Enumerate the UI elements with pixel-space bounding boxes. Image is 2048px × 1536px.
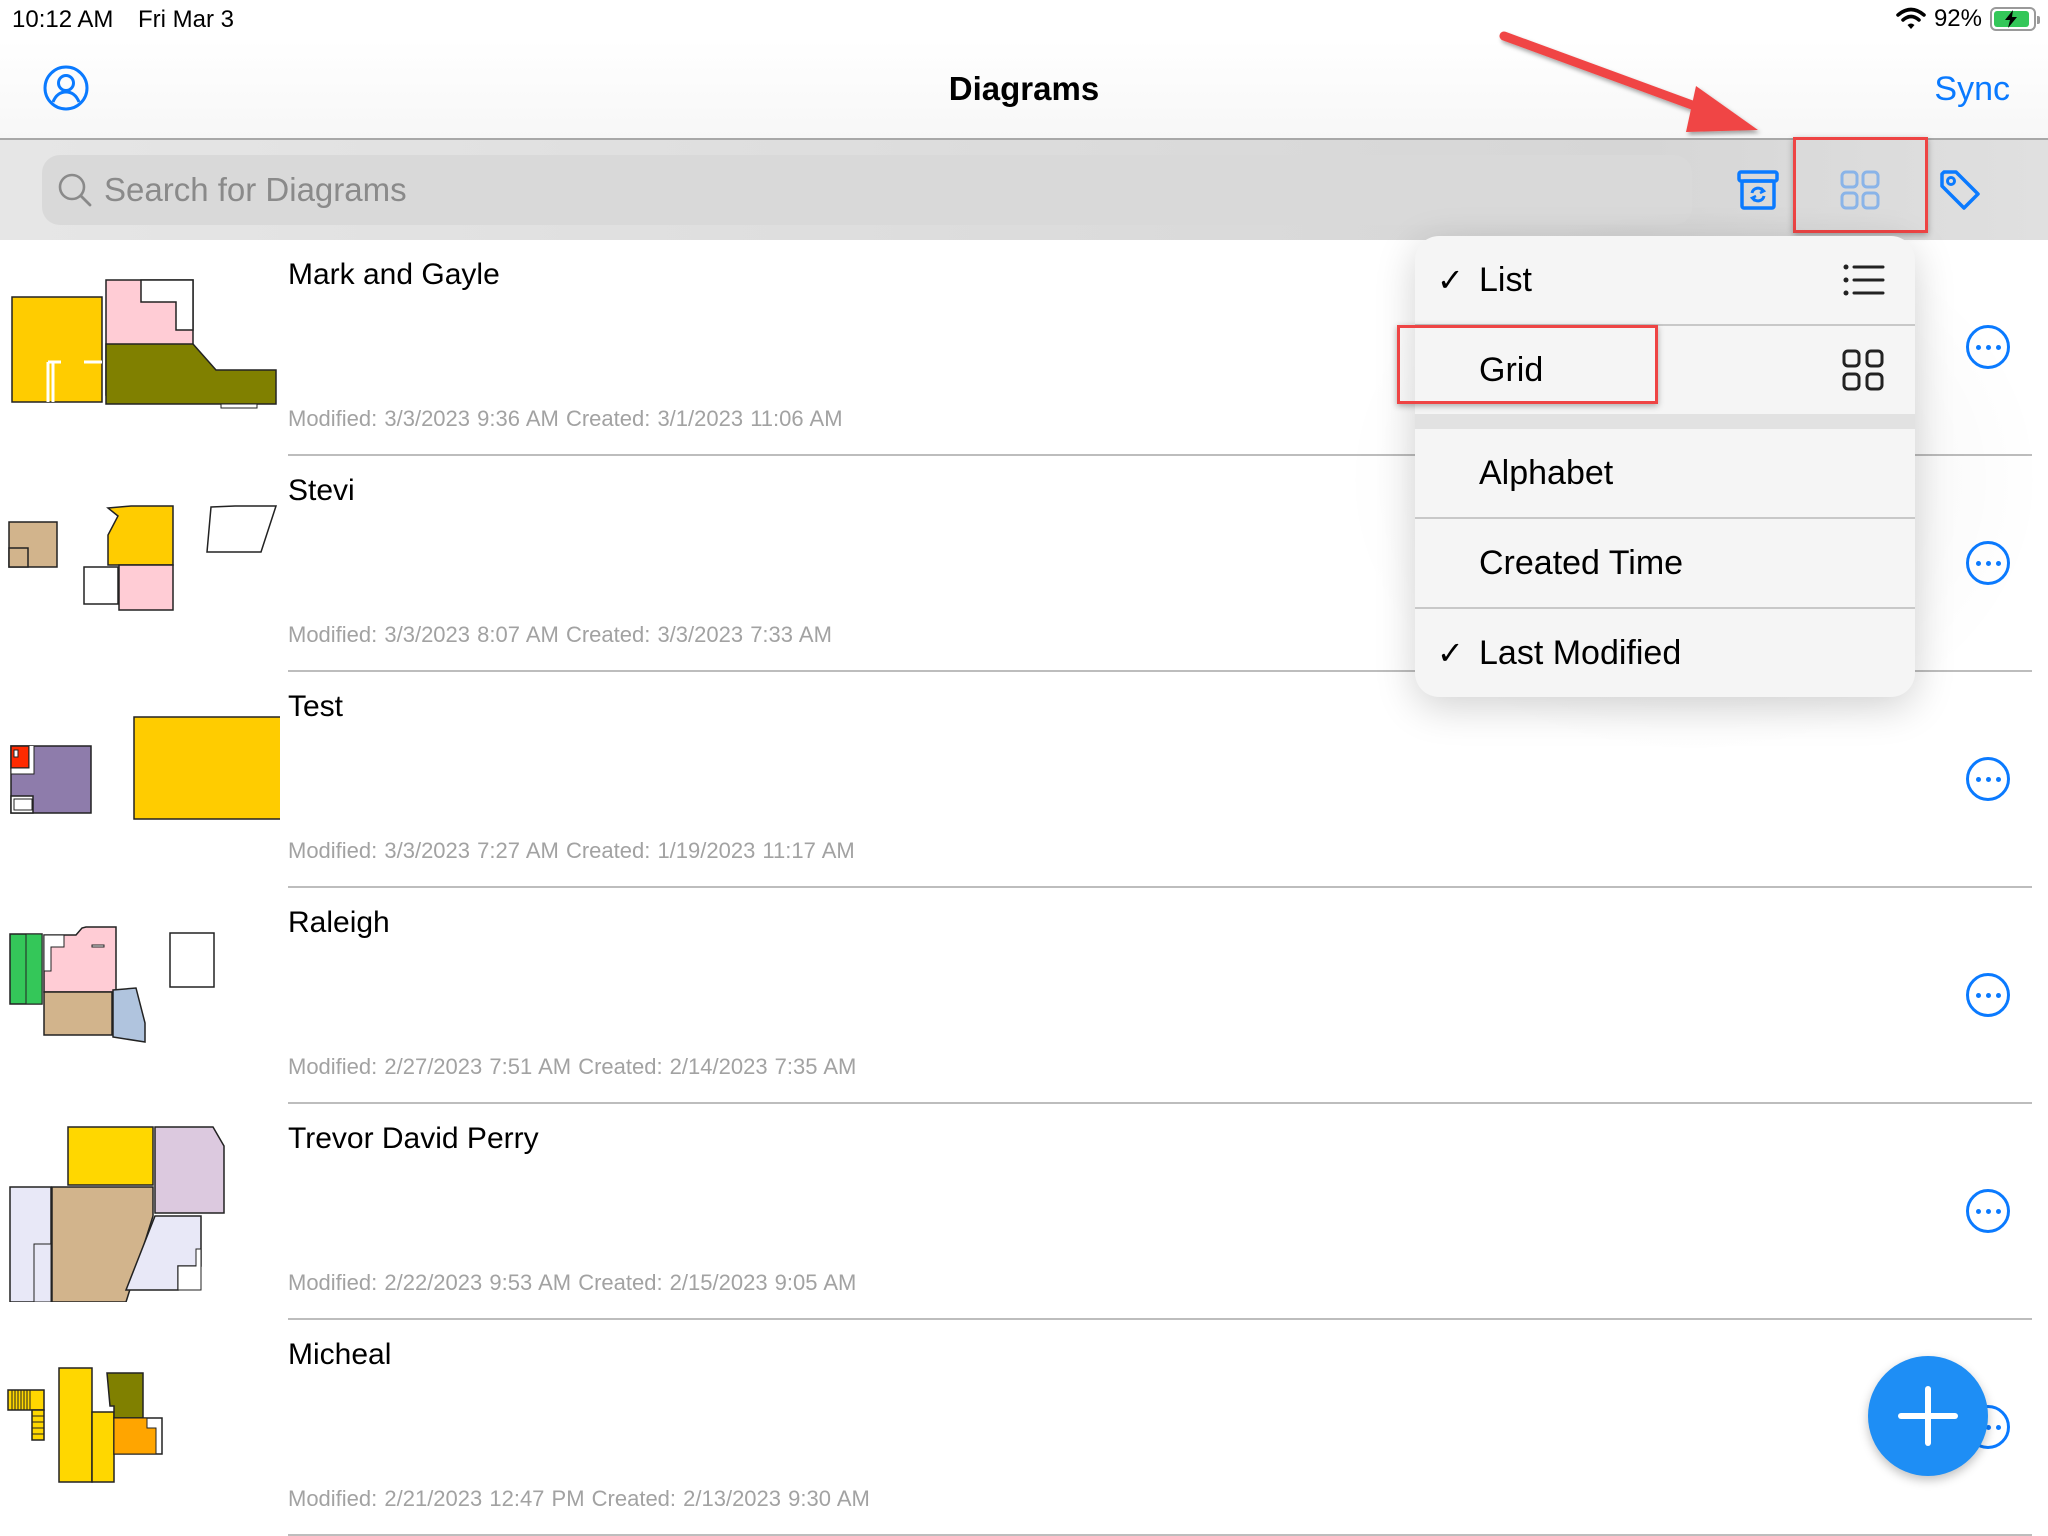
sync-button[interactable]: Sync — [1934, 70, 2010, 109]
diagram-dates: Modified: 3/3/2023 9:36 AM Created: 3/1/… — [288, 406, 843, 431]
view-mode-button[interactable] — [1836, 166, 1884, 214]
diagram-dates: Modified: 3/3/2023 7:27 AM Created: 1/19… — [288, 838, 855, 863]
diagram-dates: Modified: 2/21/2023 12:47 PM Created: 2/… — [288, 1486, 870, 1511]
diagram-thumbnail — [10, 716, 280, 820]
menu-item-created-time[interactable]: Created Time — [1415, 519, 1915, 607]
menu-item-grid[interactable]: Grid — [1415, 326, 1915, 414]
diagram-dates: Modified: 2/27/2023 7:51 AM Created: 2/1… — [288, 1054, 857, 1079]
tag-icon — [1940, 170, 1980, 210]
menu-item-label: Created Time — [1479, 543, 1684, 582]
nav-bar: Diagrams Sync — [0, 40, 2048, 140]
diagram-thumbnail — [9, 926, 215, 1043]
menu-item-last-modified[interactable]: ✓ Last Modified — [1415, 609, 1915, 697]
status-indicators: 92% — [1896, 5, 2040, 33]
search-input[interactable] — [104, 171, 1604, 209]
list-item[interactable]: Micheal Modified: 2/21/2023 12:47 PM Cre… — [0, 1320, 2048, 1536]
diagram-thumbnail — [11, 279, 277, 409]
menu-item-label: List — [1479, 260, 1532, 299]
checkmark-icon: ✓ — [1437, 635, 1464, 671]
status-time: 10:12 AM — [12, 6, 114, 33]
diagram-dates: Modified: 3/3/2023 8:07 AM Created: 3/3/… — [288, 622, 832, 647]
wifi-icon — [1896, 7, 1926, 29]
menu-item-label: Alphabet — [1479, 453, 1614, 492]
diagram-name: Test — [288, 690, 344, 723]
more-options-button[interactable] — [1966, 973, 2010, 1017]
diagram-name: Trevor David Perry — [288, 1122, 539, 1155]
more-options-button[interactable] — [1966, 1189, 2010, 1233]
grid-icon — [1842, 349, 1884, 391]
diagram-thumbnail — [9, 1126, 225, 1302]
search-icon — [58, 173, 92, 207]
menu-item-label: Grid — [1479, 350, 1544, 389]
page-title: Diagrams — [948, 70, 1100, 107]
diagram-name: Mark and Gayle — [288, 258, 500, 291]
battery-fill — [1994, 10, 2029, 28]
diagram-name: Stevi — [288, 474, 355, 507]
menu-item-list[interactable]: ✓ List — [1415, 236, 1915, 324]
battery-icon — [1990, 7, 2040, 31]
more-options-button[interactable] — [1966, 325, 2010, 369]
battery-percent: 92% — [1933, 5, 1982, 32]
list-item[interactable]: Raleigh Modified: 2/27/2023 7:51 AM Crea… — [0, 888, 2048, 1104]
diagram-thumbnail — [8, 505, 278, 611]
grid-view-icon — [1840, 170, 1880, 210]
diagram-name: Micheal — [288, 1338, 392, 1371]
add-diagram-button[interactable] — [1868, 1356, 1988, 1476]
search-field[interactable] — [42, 155, 1692, 225]
diagram-thumbnail — [7, 1367, 163, 1483]
more-options-button[interactable] — [1966, 757, 2010, 801]
list-item[interactable]: Trevor David Perry Modified: 2/22/2023 9… — [0, 1104, 2048, 1320]
toolbar — [0, 137, 2048, 240]
plus-icon — [1898, 1386, 1958, 1446]
tag-button[interactable] — [1936, 166, 1984, 214]
menu-item-label: Last Modified — [1479, 633, 1682, 672]
list-item[interactable]: Test Modified: 3/3/2023 7:27 AM Created:… — [0, 672, 2048, 888]
checkmark-icon: ✓ — [1437, 262, 1464, 298]
status-bar: 10:12 AM Fri Mar 3 92% — [0, 0, 2048, 40]
archive-sync-icon — [1737, 170, 1779, 210]
archive-sync-button[interactable] — [1734, 166, 1782, 214]
more-options-button[interactable] — [1966, 541, 2010, 585]
status-date: Fri Mar 3 — [138, 6, 234, 33]
view-sort-menu: ✓ List Grid Alphabet Created Time ✓ Last… — [1415, 236, 1915, 697]
list-icon — [1843, 264, 1885, 296]
charging-bolt-icon — [2005, 10, 2018, 28]
diagram-dates: Modified: 2/22/2023 9:53 AM Created: 2/1… — [288, 1270, 857, 1295]
diagram-name: Raleigh — [288, 906, 390, 939]
menu-section-gap — [1415, 414, 1915, 429]
menu-item-alphabet[interactable]: Alphabet — [1415, 429, 1915, 517]
